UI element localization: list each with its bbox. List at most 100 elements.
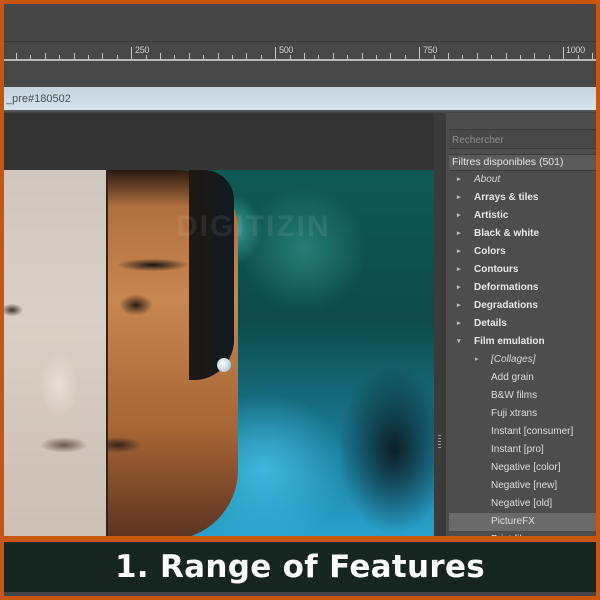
filter-label: Add grain — [491, 372, 534, 383]
filters-tree-header[interactable]: Filtres disponibles (501) — [449, 154, 596, 171]
filter-category[interactable]: ▸ About — [449, 171, 596, 189]
image-preview[interactable]: DIGITIZIN — [4, 170, 434, 540]
chevron-right-icon[interactable]: ▸ — [457, 315, 461, 333]
ruler-tick — [16, 53, 17, 59]
filter-label: Instant [pro] — [491, 444, 544, 455]
filter-label: Contours — [474, 264, 519, 275]
filter-item[interactable]: Add grain — [449, 369, 596, 387]
toolbar-strip — [4, 61, 596, 87]
filter-category[interactable]: ▸ Deformations — [449, 279, 596, 297]
chevron-right-icon[interactable]: ▸ — [457, 189, 461, 207]
filter-label: Details — [474, 318, 507, 329]
filter-search-input[interactable] — [449, 131, 596, 150]
ruler-tick — [290, 55, 291, 59]
filter-label: Artistic — [474, 210, 509, 221]
ruler-tick — [390, 53, 391, 59]
filter-label: Negative [old] — [491, 498, 553, 509]
ruler-tick — [419, 47, 420, 59]
filter-search[interactable] — [449, 129, 596, 150]
filter-category[interactable]: ▾ Film emulation — [449, 333, 596, 351]
caption-title: 1. Range of Features — [114, 549, 486, 585]
filter-label: About — [474, 174, 501, 185]
filter-category[interactable]: ▸ [Collages] — [449, 351, 596, 369]
horizontal-ruler: 250 500 750 1000 — [4, 43, 596, 61]
filter-item[interactable]: B&W films — [449, 387, 596, 405]
ruler-tick — [405, 55, 406, 59]
ruler-tick — [563, 47, 564, 59]
ruler-tick — [160, 53, 161, 59]
ruler-label-500: 500 — [279, 45, 294, 55]
ruler-tick — [74, 53, 75, 59]
ruler-tick — [362, 53, 363, 59]
ruler-tick — [146, 55, 147, 59]
ruler-tick — [304, 53, 305, 59]
filter-item[interactable]: Fuji xtrans — [449, 405, 596, 423]
splitter-grip-icon[interactable] — [438, 435, 441, 449]
filter-item[interactable]: Negative [new] — [449, 477, 596, 495]
chevron-down-icon[interactable]: ▾ — [457, 333, 461, 351]
filter-label: Instant [consumer] — [491, 426, 574, 437]
filter-item[interactable]: Instant [consumer] — [449, 423, 596, 441]
filter-category[interactable]: ▸ Arrays & tiles — [449, 189, 596, 207]
ruler-tick — [117, 55, 118, 59]
ruler-tick — [592, 53, 593, 59]
ruler-tick — [549, 55, 550, 59]
filter-category[interactable]: ▸ Degradations — [449, 297, 596, 315]
filter-category[interactable]: ▸ Contours — [449, 261, 596, 279]
ruler-label-750: 750 — [423, 45, 438, 55]
document-tab[interactable]: _pre#180502 — [4, 87, 596, 112]
caption-banner: 1. Range of Features — [4, 542, 596, 592]
ruler-tick — [45, 53, 46, 59]
chevron-right-icon[interactable]: ▸ — [475, 351, 479, 369]
chevron-right-icon[interactable]: ▸ — [457, 171, 461, 189]
ruler-tick — [520, 55, 521, 59]
filter-label: Colors — [474, 246, 506, 257]
chevron-right-icon[interactable]: ▸ — [457, 297, 461, 315]
filters-panel: Filtres disponibles (501) ▸ About ▸ Arrays … — [446, 113, 596, 545]
filter-label: [Collages] — [491, 354, 536, 365]
ruler-tick — [462, 55, 463, 59]
ruler-tick — [261, 55, 262, 59]
ruler-tick — [174, 55, 175, 59]
ruler-tick — [318, 55, 319, 59]
ruler-tick — [534, 53, 535, 59]
filter-category[interactable]: ▸ Artistic — [449, 207, 596, 225]
filter-label: Black & white — [474, 228, 540, 239]
ruler-tick — [333, 53, 334, 59]
chevron-right-icon[interactable]: ▸ — [457, 243, 461, 261]
filter-category[interactable]: ▸ Colors — [449, 243, 596, 261]
toolbar — [4, 4, 596, 42]
ruler-label-250: 250 — [135, 45, 150, 55]
chevron-right-icon[interactable]: ▸ — [457, 225, 461, 243]
ruler-tick — [102, 53, 103, 59]
ruler-tick — [434, 55, 435, 59]
panel-splitter[interactable] — [434, 113, 446, 540]
ruler-tick — [189, 53, 190, 59]
filter-label: Negative [color] — [491, 462, 561, 473]
ruler-tick — [448, 53, 449, 59]
filter-label: Deformations — [474, 282, 539, 293]
filter-item[interactable]: PictureFX — [449, 513, 596, 531]
ruler-tick — [506, 53, 507, 59]
chevron-right-icon[interactable]: ▸ — [457, 207, 461, 225]
app-window: 250 500 750 1000 _pre#180502 DIGITIZIN F… — [4, 4, 596, 596]
chevron-right-icon[interactable]: ▸ — [457, 261, 461, 279]
preview-earring — [217, 358, 231, 372]
filter-item[interactable]: Negative [color] — [449, 459, 596, 477]
filter-item[interactable]: Negative [old] — [449, 495, 596, 513]
filter-label: Negative [new] — [491, 480, 558, 491]
ruler-tick — [88, 55, 89, 59]
ruler-label-1000: 1000 — [566, 45, 585, 55]
workspace: DIGITIZIN Filtres disponibles (501) ▸ Abo… — [4, 113, 596, 545]
filter-category[interactable]: ▸ Details — [449, 315, 596, 333]
ruler-tick — [578, 55, 579, 59]
chevron-right-icon[interactable]: ▸ — [457, 279, 461, 297]
ruler-tick — [218, 53, 219, 59]
filter-item[interactable]: Instant [pro] — [449, 441, 596, 459]
filter-category[interactable]: ▸ Black & white — [449, 225, 596, 243]
ruler-tick — [203, 55, 204, 59]
filter-label: Fuji xtrans — [491, 408, 538, 419]
ruler-tick — [30, 55, 31, 59]
ruler-tick — [275, 47, 276, 59]
filter-label: Arrays & tiles — [474, 192, 539, 203]
